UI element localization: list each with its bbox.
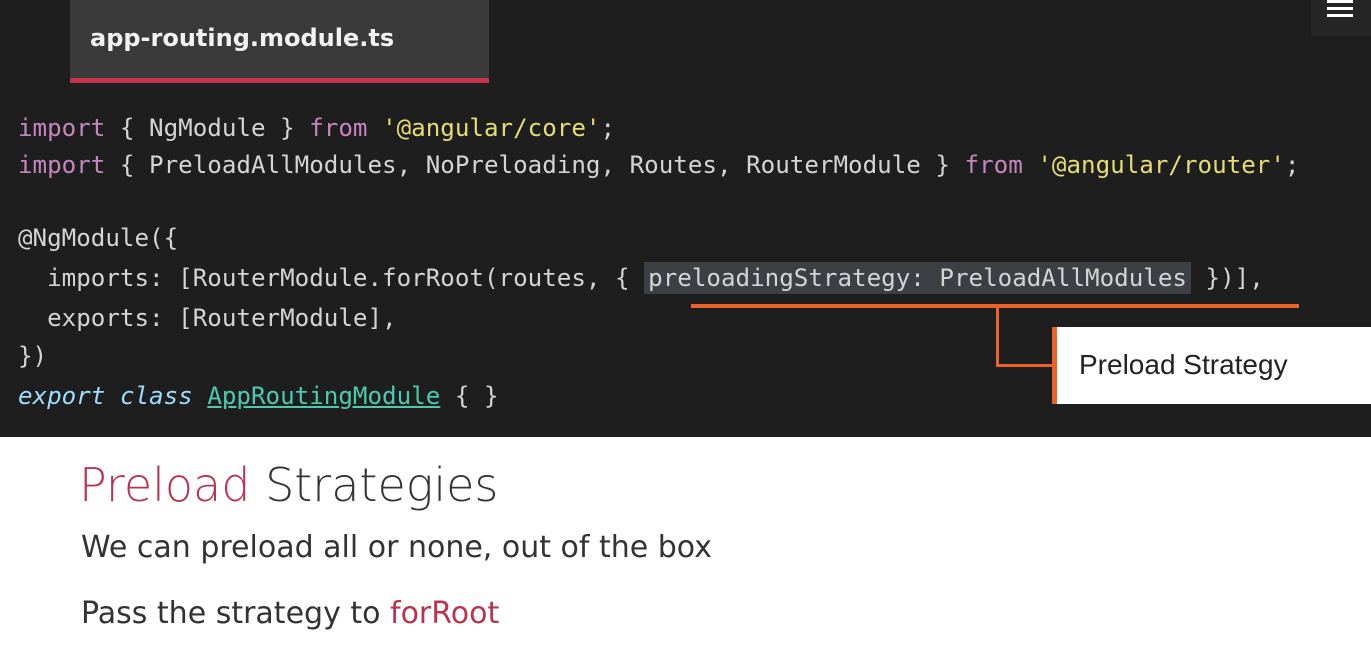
string-literal: '@angular/core' — [382, 114, 601, 142]
code-text: { } — [440, 382, 499, 410]
class-name-link[interactable]: AppRoutingModule — [207, 382, 440, 410]
bullet-point: We can preload all or none, out of the b… — [81, 530, 712, 565]
keyword: from — [309, 114, 368, 142]
code-line-5: imports: [RouterModule.forRoot(routes, {… — [18, 260, 1264, 296]
menu-icon-bar — [1327, 0, 1353, 3]
title-accent: Preload — [79, 458, 251, 512]
menu-icon-bar — [1327, 14, 1353, 17]
code-panel: app-routing.module.ts import { NgModule … — [0, 0, 1371, 437]
code-text: { NgModule } — [105, 114, 310, 142]
file-tab-label: app-routing.module.ts — [90, 24, 395, 52]
code-block: import { NgModule } from '@angular/core'… — [18, 110, 1299, 410]
hamburger-menu-icon[interactable] — [1311, 0, 1371, 36]
code-text: })], — [1190, 264, 1264, 292]
callout-connector — [996, 306, 999, 366]
title-rest: Strategies — [250, 458, 499, 512]
keyword: import — [18, 114, 106, 142]
code-text: imports: [RouterModule.forRoot(routes, { — [18, 264, 645, 292]
string-literal: '@angular/router' — [1037, 151, 1285, 179]
file-tab[interactable]: app-routing.module.ts — [70, 0, 489, 83]
code-text: ; — [600, 114, 616, 142]
keyword: from — [964, 151, 1023, 179]
code-text: { PreloadAllModules, NoPreloading, Route… — [105, 151, 965, 179]
code-line-4: @NgModule({ — [18, 224, 179, 252]
keyword: import — [18, 151, 106, 179]
code-line-8: export class AppRoutingModule { } — [18, 378, 499, 414]
code-line-6: exports: [RouterModule], — [18, 304, 397, 332]
callout-underline — [691, 304, 1299, 308]
code-line-7: }) — [18, 342, 48, 370]
menu-icon-bar — [1327, 7, 1353, 10]
callout-box: Preload Strategy — [1052, 327, 1371, 404]
code-line-1: import { NgModule } from '@angular/core'… — [18, 110, 615, 146]
bullet-point: Pass the strategy to forRoot — [81, 596, 499, 631]
code-text: ; — [1284, 151, 1300, 179]
slide-title: Preload Strategies — [79, 458, 498, 512]
code-line-2: import { PreloadAllModules, NoPreloading… — [18, 147, 1299, 183]
bullet-text: Pass the strategy to — [81, 596, 391, 631]
callout-label: Preload Strategy — [1079, 349, 1288, 380]
keyword: class — [119, 382, 193, 410]
callout-connector — [996, 364, 1056, 367]
highlighted-code: preloadingStrategy: PreloadAllModules — [644, 262, 1191, 294]
bullet-accent: forRoot — [390, 596, 500, 631]
keyword: export — [18, 382, 106, 410]
